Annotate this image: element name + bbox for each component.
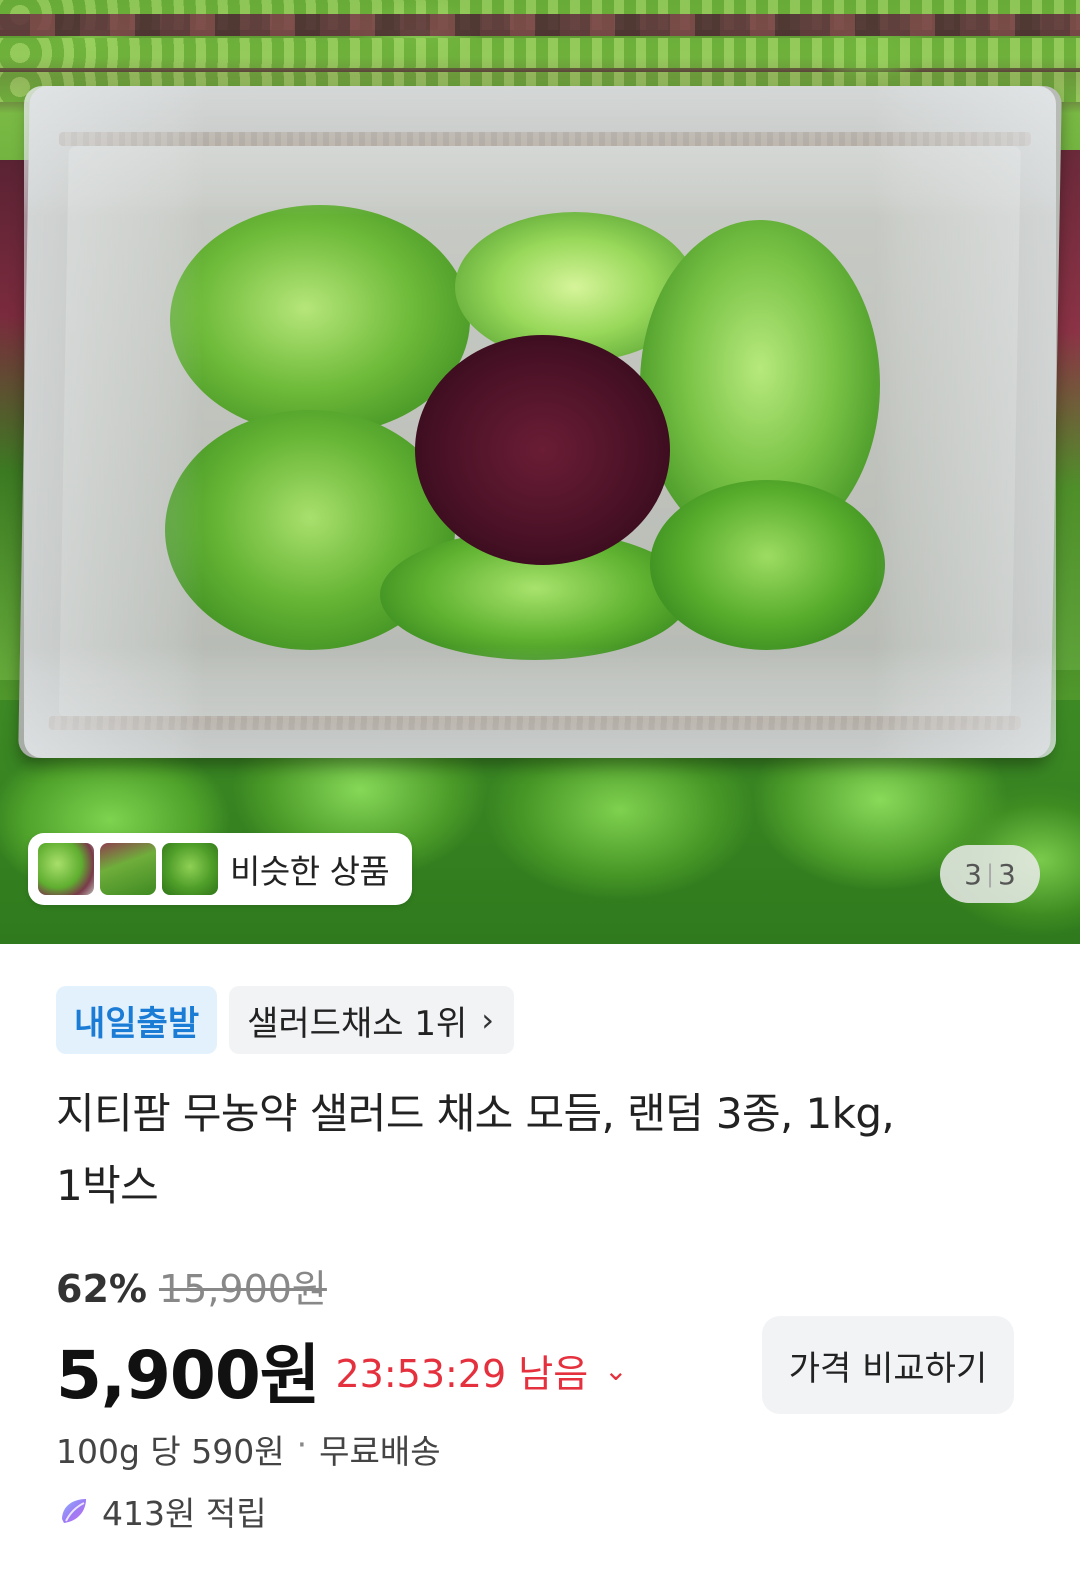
points-icon — [62, 1499, 86, 1523]
points-label: 413원 적립 — [102, 1494, 267, 1533]
original-price-row: 62% 15,900원 — [56, 1258, 327, 1313]
similar-products-button[interactable]: 비슷한 상품 — [28, 833, 412, 905]
unit-price-row: 100g 당 590원 · 무료배송 — [56, 1425, 441, 1473]
deal-timer[interactable]: 23:53:29 남음 ⌄ — [335, 1343, 627, 1398]
unit-price: 100g 당 590원 — [56, 1432, 285, 1471]
sale-price-row: 5,900원 23:53:29 남음 ⌄ — [56, 1322, 628, 1418]
box-rim-bottom — [48, 716, 1021, 730]
chevron-right-icon: › — [481, 1001, 495, 1039]
separator-dot: · — [296, 1425, 308, 1464]
sale-price: 5,900원 — [56, 1337, 320, 1414]
pager-total: 3 — [998, 857, 1016, 891]
delivery-badge: 내일출발 — [56, 986, 218, 1054]
pager-separator: | — [985, 860, 995, 888]
timer-text: 23:53:29 남음 — [335, 1351, 589, 1396]
badge-row: 내일출발 샐러드채소 1위 › — [56, 986, 515, 1054]
original-price: 15,900원 — [158, 1267, 327, 1311]
image-pager: 3 | 3 — [940, 845, 1040, 903]
pager-current: 3 — [964, 857, 982, 891]
similar-products-label: 비슷한 상품 — [230, 852, 390, 891]
background-red-lettuce-row — [0, 14, 1080, 36]
product-title-line: 지티팜 무농약 샐러드 채소 모듬, 랜덤 3종, 1kg, — [56, 1089, 895, 1138]
red-lettuce — [415, 335, 670, 565]
discount-rate: 62% — [56, 1267, 147, 1311]
similar-thumb — [162, 843, 218, 895]
product-title: 지티팜 무농약 샐러드 채소 모듬, 랜덤 3종, 1kg, 1박스 — [56, 1078, 1016, 1222]
similar-thumb — [38, 843, 94, 895]
shipping-info: 무료배송 — [319, 1432, 441, 1471]
product-detail-page: 비슷한 상품 3 | 3 내일출발 샐러드채소 1위 › 지티팜 무농약 샐러드… — [0, 0, 1080, 1585]
chevron-down-icon: ⌄ — [604, 1353, 628, 1387]
box-rim-top — [58, 132, 1032, 146]
product-title-line: 1박스 — [56, 1161, 159, 1210]
compare-price-button[interactable]: 가격 비교하기 — [762, 1316, 1014, 1414]
ranking-badge[interactable]: 샐러드채소 1위 › — [229, 986, 515, 1054]
background-lettuce-row — [0, 38, 1080, 68]
similar-thumb — [100, 843, 156, 895]
butter-lettuce — [170, 205, 470, 435]
ranking-label: 샐러드채소 1위 — [247, 1003, 468, 1044]
green-leaf-lettuce — [650, 480, 885, 650]
product-image[interactable]: 비슷한 상품 3 | 3 — [0, 0, 1080, 944]
points-row: 413원 적립 — [56, 1487, 267, 1535]
